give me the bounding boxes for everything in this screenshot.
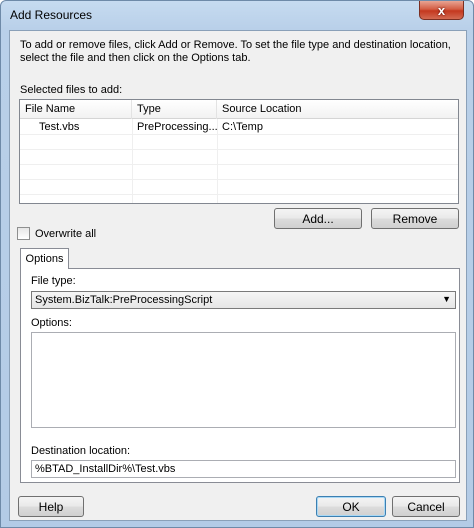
options-textarea[interactable] xyxy=(31,332,456,428)
column-header-file-name[interactable]: File Name xyxy=(20,100,132,119)
tab-options[interactable]: Options xyxy=(20,248,69,269)
destination-location-label: Destination location: xyxy=(31,445,131,457)
dialog-client: To add or remove files, click Add or Rem… xyxy=(9,30,467,521)
cell-source-location: C:\Temp xyxy=(222,121,263,133)
empty-row xyxy=(20,181,458,195)
empty-row xyxy=(20,166,458,180)
file-type-label: File type: xyxy=(31,275,76,287)
close-icon: x xyxy=(437,2,446,18)
options-panel: File type: System.BizTalk:PreProcessingS… xyxy=(20,268,460,483)
file-type-value: System.BizTalk:PreProcessingScript xyxy=(35,294,213,306)
column-header-source-location[interactable]: Source Location xyxy=(217,100,458,119)
list-header: File Name Type Source Location xyxy=(20,100,458,119)
options-label: Options: xyxy=(31,317,72,329)
remove-button[interactable]: Remove xyxy=(371,208,459,229)
selected-files-list[interactable]: File Name Type Source Location Test.vbs … xyxy=(19,99,459,204)
selected-files-label: Selected files to add: xyxy=(20,84,123,96)
overwrite-all-checkbox[interactable] xyxy=(17,227,30,240)
table-row[interactable]: Test.vbs PreProcessing... C:\Temp xyxy=(20,121,458,135)
empty-row xyxy=(20,136,458,150)
dialog-window: Add Resources x To add or remove files, … xyxy=(0,0,474,528)
overwrite-all-row[interactable]: Overwrite all xyxy=(17,227,96,240)
cell-type: PreProcessing... xyxy=(137,121,217,133)
close-button[interactable]: x xyxy=(419,1,464,20)
instructions-text: To add or remove files, click Add or Rem… xyxy=(20,39,451,64)
chevron-down-icon: ▼ xyxy=(442,294,451,304)
ok-button[interactable]: OK xyxy=(316,496,386,517)
overwrite-all-label: Overwrite all xyxy=(35,227,97,240)
destination-location-input[interactable]: %BTAD_InstallDir%\Test.vbs xyxy=(31,460,456,478)
help-button[interactable]: Help xyxy=(18,496,84,517)
window-title: Add Resources xyxy=(10,8,93,22)
cancel-button[interactable]: Cancel xyxy=(392,496,460,517)
add-button[interactable]: Add... xyxy=(274,208,362,229)
file-type-dropdown[interactable]: System.BizTalk:PreProcessingScript ▼ xyxy=(31,291,456,309)
cell-file-name: Test.vbs xyxy=(39,121,80,133)
empty-row xyxy=(20,151,458,165)
column-header-type[interactable]: Type xyxy=(132,100,217,119)
